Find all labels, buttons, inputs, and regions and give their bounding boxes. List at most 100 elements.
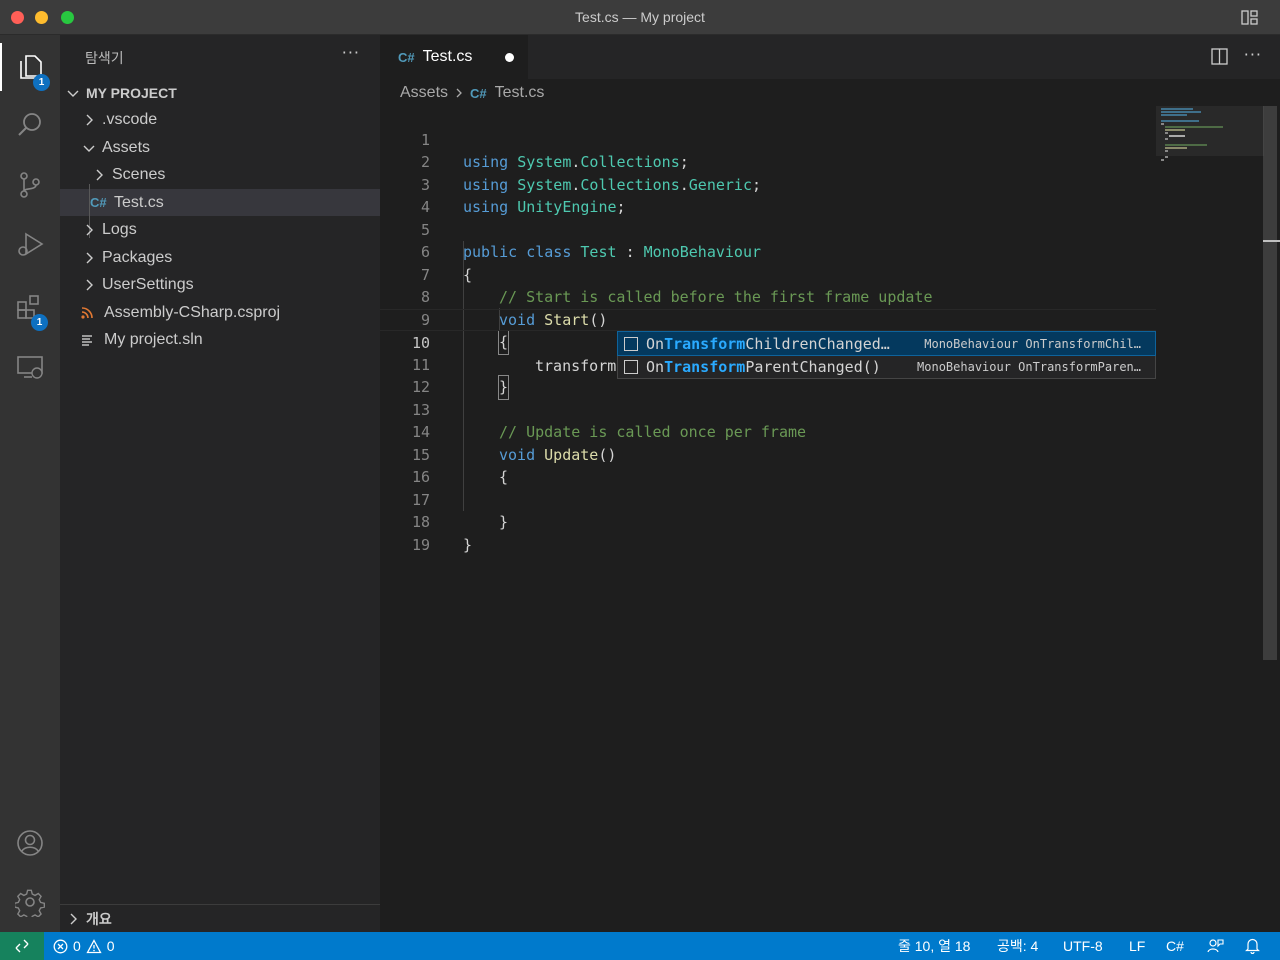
tree-item-label: Packages <box>102 248 173 266</box>
suggestion-item[interactable]: OnTransformChildrenChanged… MonoBehaviou… <box>617 331 1156 356</box>
tab-test-cs[interactable]: C# Test.cs <box>380 35 528 79</box>
cursor-position-marker <box>1263 240 1280 242</box>
run-debug-activity-button[interactable] <box>0 221 60 269</box>
code-line: 16 <box>411 468 430 486</box>
tree-item-usersettings[interactable]: UserSettings <box>60 271 380 298</box>
project-root[interactable]: MY PROJECT <box>60 79 380 106</box>
title-bar: Test.cs — My project <box>0 0 1280 35</box>
activity-bar: 1 1 <box>0 35 60 932</box>
bell-icon <box>1245 938 1260 954</box>
error-icon <box>53 939 68 953</box>
cursor-position[interactable]: 줄 10, 열 18 <box>898 932 970 960</box>
method-icon <box>624 336 638 351</box>
code-line-current: 10 transform <box>380 308 1156 375</box>
chevron-right-icon <box>96 169 103 180</box>
tree-item-label: Test.cs <box>114 193 164 211</box>
editor-more-button[interactable]: ··· <box>1244 45 1262 64</box>
chevron-right-icon <box>86 114 93 125</box>
tree-item-label: Logs <box>102 220 137 238</box>
code-line: 14 void Update() <box>411 423 617 464</box>
breadcrumb-folder[interactable]: Assets <box>400 84 448 102</box>
code-line: 1 using System.Collections; <box>420 130 689 172</box>
sidebar-more-button[interactable]: ··· <box>342 43 360 62</box>
chevron-down-icon <box>67 90 79 97</box>
notifications-button[interactable] <box>1245 932 1260 960</box>
warning-icon <box>86 938 102 953</box>
extensions-badge: 1 <box>31 314 48 331</box>
breadcrumb-file[interactable]: Test.cs <box>495 84 545 102</box>
feedback-icon <box>1207 939 1224 953</box>
encoding[interactable]: UTF-8 <box>1063 932 1103 960</box>
tree-item-label: My project.sln <box>104 330 203 348</box>
code-line: 19 <box>411 535 430 554</box>
explorer-activity-button[interactable]: 1 <box>0 43 60 91</box>
source-control-activity-button[interactable] <box>0 161 60 209</box>
search-activity-button[interactable] <box>0 101 60 149</box>
code-line: 6 { <box>420 243 473 284</box>
outline-section-header[interactable]: 개요 <box>60 904 380 932</box>
code-line: 7 // Start is called before the first fr… <box>420 265 933 307</box>
tree-item-label: .vscode <box>102 110 158 128</box>
tab-label: Test.cs <box>422 48 473 65</box>
tree-item-vscode[interactable]: .vscode <box>60 106 380 133</box>
tree-item-label: UserSettings <box>102 275 194 293</box>
remote-explorer-activity-button[interactable] <box>0 343 60 391</box>
minimap[interactable] <box>1156 106 1264 932</box>
tree-item-scenes[interactable]: Scenes <box>60 161 380 188</box>
explorer-sidebar: 탐색기 ··· MY PROJECT .vscode Assets Scenes… <box>60 35 380 932</box>
manage-activity-button[interactable] <box>0 878 60 926</box>
unsaved-dot-icon[interactable] <box>505 53 514 62</box>
list-icon <box>82 334 92 346</box>
tree-item-label: Assembly-CSharp.csproj <box>104 303 281 321</box>
problems-indicator[interactable]: 0 0 <box>53 932 115 960</box>
project-root-label: MY PROJECT <box>86 84 177 101</box>
code-line: 13 // Update is called once per frame <box>411 400 807 442</box>
extensions-activity-button[interactable]: 1 <box>0 283 60 331</box>
code-editor[interactable]: 1 using System.Collections; 2 using Syst… <box>380 106 1156 932</box>
remote-explorer-icon <box>17 356 43 379</box>
end-of-line[interactable]: LF <box>1129 932 1145 960</box>
suggestion-item[interactable]: OnTransformParentChanged() MonoBehaviour… <box>618 355 1155 378</box>
suggestion-detail: MonoBehaviour OnTransformParen… <box>917 359 1141 374</box>
suggest-widget: OnTransformChildrenChanged… MonoBehaviou… <box>617 331 1156 379</box>
chevron-down-icon <box>83 145 95 152</box>
indentation[interactable]: 공백: 4 <box>997 932 1038 960</box>
tree-item-sln[interactable]: My project.sln <box>60 326 380 353</box>
chevron-right-icon <box>456 88 462 98</box>
sidebar-title: 탐색기 <box>85 51 124 67</box>
remote-indicator[interactable] <box>0 932 44 960</box>
code-line: 4 <box>420 198 430 216</box>
feedback-button[interactable] <box>1207 932 1224 960</box>
vertical-scrollbar[interactable] <box>1263 106 1277 660</box>
run-debug-icon <box>18 232 44 256</box>
tree-item-label: Scenes <box>112 165 166 183</box>
code-line: 2 using System.Collections.Generic; <box>420 153 762 194</box>
tree-item-logs[interactable]: Logs <box>60 216 380 243</box>
chevron-right-icon <box>86 252 93 263</box>
code-line: 15 { <box>411 445 509 487</box>
search-icon <box>18 113 41 136</box>
rss-icon <box>81 306 93 319</box>
breadcrumb: Assets C# Test.cs <box>400 82 544 104</box>
split-editor-icon[interactable] <box>1211 48 1228 65</box>
source-control-icon <box>20 172 40 198</box>
accounts-activity-button[interactable] <box>0 819 60 867</box>
code-line: 8 void Start() <box>420 288 608 329</box>
csharp-file-icon: C# <box>398 49 415 65</box>
suggestion-detail: MonoBehaviour OnTransformChil… <box>924 336 1141 351</box>
status-bar: 0 0 줄 10, 열 18 공백: 4 UTF-8 LF C# <box>0 932 1280 960</box>
tree-item-csproj[interactable]: Assembly-CSharp.csproj <box>60 299 380 326</box>
chevron-right-icon <box>86 224 93 235</box>
language-mode[interactable]: C# <box>1166 932 1184 960</box>
chevron-right-icon <box>70 913 77 924</box>
tree-item-packages[interactable]: Packages <box>60 244 380 271</box>
gear-icon <box>15 889 45 917</box>
editor-tab-bar: C# Test.cs ··· <box>380 35 1280 79</box>
tree-item-assets[interactable]: Assets <box>60 134 380 161</box>
customize-layout-icon[interactable] <box>1241 10 1258 25</box>
tree-item-test-cs[interactable]: C# Test.cs <box>60 189 380 216</box>
error-count: 0 <box>73 938 81 954</box>
csharp-file-icon: C# <box>470 85 487 101</box>
code-line: 9 { <box>380 286 1156 355</box>
code-line: 18 } <box>411 513 473 554</box>
